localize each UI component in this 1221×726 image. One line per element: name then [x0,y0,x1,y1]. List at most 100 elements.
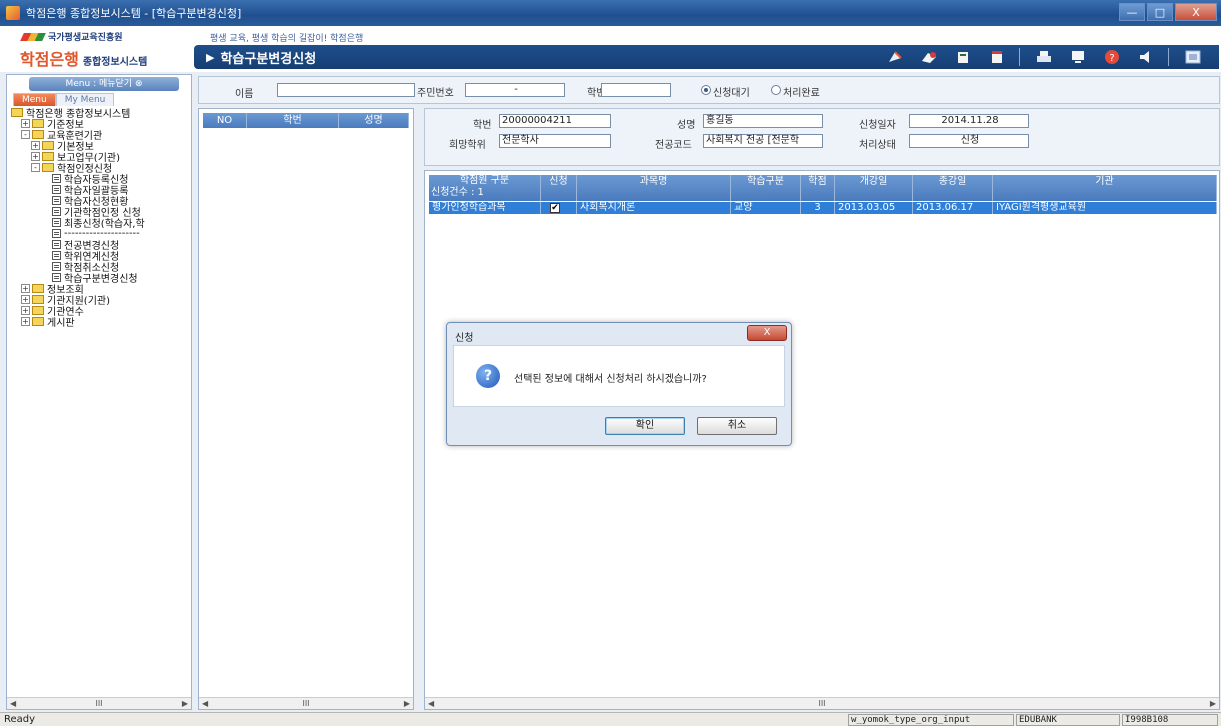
scroll-right-icon[interactable]: ▶ [404,699,410,708]
dialog-message: 선택된 정보에 대해서 신청처리 하시겠습니까? [514,374,707,385]
tree-item[interactable]: - 교육훈련기관 [11,129,189,140]
tree-item[interactable]: + 기준정보 [11,118,189,129]
confirm-cancel-button[interactable]: 취소 [697,417,777,435]
tree-item[interactable]: + 보고업무(기관) [11,151,189,162]
tree-item[interactable]: - 학점인정신청 [11,162,189,173]
tree-item-label: 학습자일괄등록 [64,186,129,195]
tree-item[interactable]: 학습자신청현황 [11,195,189,206]
document-icon [52,273,61,282]
page-title-bar: ▶ 학습구분변경신청 ? [194,45,1219,69]
expand-icon[interactable]: + [21,306,30,315]
col-end-date: 종강일 [913,175,993,201]
retrieve-icon[interactable] [885,47,905,67]
tree-item[interactable]: 학점취소신청 [11,261,189,272]
name-input[interactable] [277,83,415,97]
delete-icon[interactable] [987,47,1007,67]
app-logo: 학점은행 종합정보시스템 [20,46,147,70]
tree-item[interactable]: --------------------- [11,228,189,239]
detail-name-field[interactable]: 홍길동 [703,114,823,128]
tree-item[interactable]: 학습구분변경신청 [11,272,189,283]
table-row[interactable]: 평가인정학습과목 ✔ 사회복지개론 교양 3 2013.03.05 2013.0… [429,202,1217,214]
student-no-search-input[interactable] [601,83,671,97]
scroll-right-icon[interactable]: ▶ [182,699,188,708]
tab-my-menu[interactable]: My Menu [55,93,115,106]
tree-item[interactable]: 기관학점인정 신청 [11,206,189,217]
folder-icon [42,163,54,172]
expand-icon[interactable]: + [21,317,30,326]
rrn-input[interactable]: - [465,83,565,97]
scroll-left-icon[interactable]: ◀ [202,699,208,708]
folder-icon [32,284,44,293]
document-icon [52,240,61,249]
expand-icon[interactable]: + [21,284,30,293]
org-mark-icon [20,32,46,41]
search-bar: 이름 주민번호 - 학번 신청대기 처리완료 [198,76,1220,104]
degree-label: 희망학위 [449,140,486,151]
maximize-button[interactable]: □ [1147,3,1173,21]
insert-icon[interactable] [953,47,973,67]
apply-checkbox[interactable]: ✔ [550,203,560,213]
expand-icon[interactable]: + [21,119,30,128]
tree-item[interactable]: 학위연계신청 [11,250,189,261]
radio-waiting[interactable] [701,85,711,95]
rrn-label: 주민번호 [417,88,454,99]
middle-horizontal-scrollbar[interactable]: ◀ III ▶ [199,697,413,709]
tree-item[interactable]: 학습자일괄등록 [11,184,189,195]
left-menu-pane: Menu : 메뉴닫기 ⊗ Menu My Menu 학점은행 종합정보시스템 +… [6,74,192,710]
radio-done[interactable] [771,85,781,95]
scroll-left-icon[interactable]: ◀ [428,699,434,708]
grid-horizontal-scrollbar[interactable]: ◀ III ▶ [425,697,1219,709]
tree-item[interactable]: + 기본정보 [11,140,189,151]
collapse-icon[interactable]: - [31,163,40,172]
tree-item[interactable]: + 기관지원(기관) [11,294,189,305]
window-title: 학점은행 종합정보시스템 - [학습구분변경신청] [26,7,242,20]
exit-icon[interactable] [1183,47,1203,67]
preview-icon[interactable] [1068,47,1088,67]
detail-student-no-field[interactable]: 20000004211 [499,114,611,128]
tree-item-label: 기관연수 [47,307,84,316]
scroll-thumb[interactable]: III [818,699,825,708]
scroll-left-icon[interactable]: ◀ [10,699,16,708]
scroll-right-icon[interactable]: ▶ [1210,699,1216,708]
tree-item[interactable]: 학점은행 종합정보시스템 [11,107,189,118]
close-window-button[interactable]: X [1175,3,1217,21]
tree-item[interactable]: + 게시판 [11,316,189,327]
tree-item[interactable]: 학습자등록신청 [11,173,189,184]
menu-tabs: Menu My Menu [13,93,115,106]
status-field[interactable]: 신청 [909,134,1029,148]
tree-item[interactable]: + 정보조회 [11,283,189,294]
tree-item[interactable]: 전공변경신청 [11,239,189,250]
print-icon[interactable] [1034,47,1054,67]
tree-item[interactable]: + 기관연수 [11,305,189,316]
scroll-thumb[interactable]: III [302,699,309,708]
confirm-ok-button[interactable]: 확인 [605,417,685,435]
tree-item[interactable]: 최종신청(학습자,학 [11,217,189,228]
expand-icon[interactable]: + [31,152,40,161]
dialog-body: ? 선택된 정보에 대해서 신청처리 하시겠습니까? [453,345,785,407]
dialog-title: 신청 [455,333,474,344]
folder-icon [32,317,44,326]
tree-item-label: 학점취소신청 [64,263,120,272]
degree-field[interactable]: 전문학사 [499,134,611,148]
expand-icon[interactable]: + [21,295,30,304]
dialog-close-button[interactable]: X [747,325,787,341]
tree-item-label: 교육훈련기관 [47,131,103,140]
scroll-thumb[interactable]: III [95,699,102,708]
left-horizontal-scrollbar[interactable]: ◀ III ▶ [7,697,191,709]
student-list-pane: NO 학번 성명 ◀ III ▶ [198,108,414,710]
expand-icon[interactable]: + [31,141,40,150]
minimize-button[interactable]: — [1119,3,1145,21]
document-icon [52,185,61,194]
major-code-field[interactable]: 사회복지 전공 [전문학 [703,134,823,148]
document-icon [52,207,61,216]
menu-close-button[interactable]: Menu : 메뉴닫기 ⊗ [29,77,179,91]
tree-item-label: --------------------- [64,228,140,239]
tab-menu[interactable]: Menu [13,93,56,106]
collapse-icon[interactable]: - [21,130,30,139]
apply-date-field[interactable]: 2014.11.28 [909,114,1029,128]
document-icon [52,229,61,238]
help-icon[interactable]: ? [1102,47,1122,67]
speaker-icon[interactable] [1136,47,1156,67]
col-credit-source-label: 학점원 구분 [459,175,510,186]
apply-icon[interactable] [919,47,939,67]
